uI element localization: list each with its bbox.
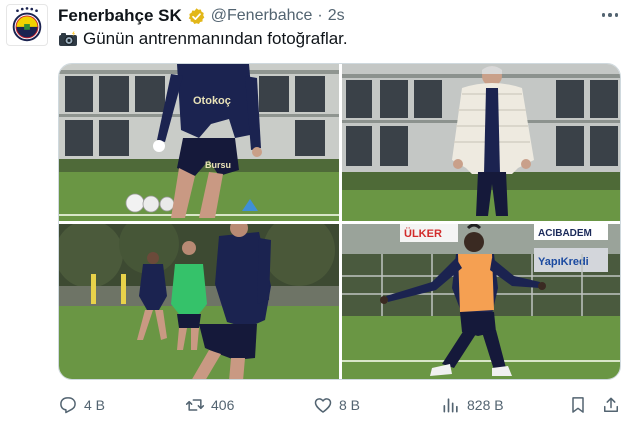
retweet-count: 406 [211, 397, 235, 413]
photo-player-ball[interactable]: Otokoç Bursu [59, 64, 339, 221]
bookmark-icon [572, 397, 584, 413]
separator-dot: · [317, 7, 323, 24]
banner-left-text: ÜLKER [404, 227, 442, 240]
avatar[interactable] [6, 4, 48, 46]
tweet-text: Günün antrenmanından fotoğraflar. [58, 28, 348, 50]
photo-coach-white-jacket[interactable] [342, 64, 620, 221]
tweet-actions: 4 B 406 8 B 828 B [58, 393, 628, 417]
shirt-sponsor-text: Otokoç [193, 95, 231, 107]
handle[interactable]: @Fenerbahce [211, 7, 313, 25]
tweet-text-body: Günün antrenmanından fotoğraflar. [83, 29, 348, 48]
heart-icon [314, 398, 332, 413]
reply-count: 4 B [84, 397, 106, 413]
retweet-icon [185, 399, 205, 411]
views-chart-icon [443, 398, 458, 413]
tweet[interactable]: Fenerbahçe SK @Fenerbahce · 2s Günün ant… [0, 0, 640, 433]
like-button[interactable]: 8 B [313, 393, 360, 417]
photo-players-running[interactable] [59, 224, 339, 379]
retweet-button[interactable]: 406 [185, 393, 234, 417]
banner-right-top-text: ACIBADEM [538, 228, 592, 239]
like-count: 8 B [339, 397, 361, 413]
reply-icon [60, 397, 76, 414]
bookmark-button[interactable] [568, 393, 588, 417]
timestamp[interactable]: 2s [328, 7, 345, 25]
reply-button[interactable]: 4 B [58, 393, 105, 417]
more-options-icon[interactable] [598, 6, 622, 24]
display-name[interactable]: Fenerbahçe SK [58, 6, 182, 26]
views-button[interactable]: 828 B [441, 393, 504, 417]
photo-player-orange-bib[interactable]: ÜLKER ACIBADEM YapıKredi [342, 224, 620, 379]
shorts-text: Bursu [205, 160, 231, 170]
tweet-header: Fenerbahçe SK @Fenerbahce · 2s [58, 5, 345, 27]
camera-with-flash-icon [59, 31, 77, 46]
fenerbahce-logo-icon [12, 7, 42, 42]
share-icon [604, 397, 618, 412]
view-count: 828 B [467, 397, 504, 413]
media-grid: Otokoç Bursu ÜLKER ACIBADEM YapıKredi [58, 63, 621, 380]
share-button[interactable] [601, 393, 621, 417]
verified-badge-icon[interactable] [187, 7, 206, 26]
banner-right-bottom-text: YapıKredi [538, 256, 589, 268]
